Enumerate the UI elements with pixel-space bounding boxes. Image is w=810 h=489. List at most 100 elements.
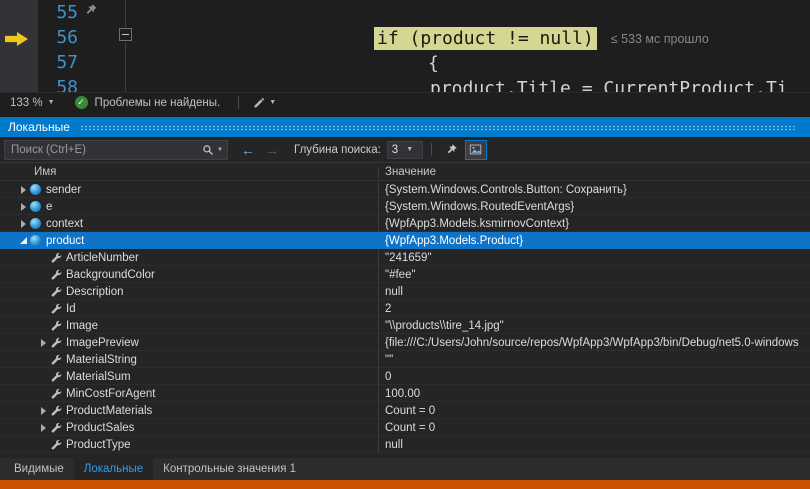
line-number: 58 xyxy=(36,76,78,92)
divider xyxy=(238,96,239,109)
depth-select[interactable]: 3 ▼ xyxy=(387,141,423,159)
search-input[interactable] xyxy=(11,144,198,156)
variable-value: {WpfApp3.Models.Product} xyxy=(385,235,523,247)
zoom-control[interactable]: 133 % ▼ xyxy=(0,97,65,109)
code-editor[interactable]: 55 56 57 58 if (product != null) ≤ 533 м… xyxy=(0,0,810,92)
perf-tip[interactable]: ≤ 533 мс прошло xyxy=(611,32,709,46)
table-row[interactable]: Description null xyxy=(0,283,810,300)
line-number: 56 xyxy=(36,26,78,50)
pushpin-icon xyxy=(445,143,458,156)
image-preview-button[interactable] xyxy=(465,140,487,160)
expander-collapsed-icon[interactable] xyxy=(18,215,30,232)
chevron-down-icon[interactable]: ▼ xyxy=(217,147,223,153)
wrench-property-icon xyxy=(50,283,66,300)
table-header: Имя Значение xyxy=(0,163,810,181)
table-row[interactable]: ProductType null xyxy=(0,436,810,453)
chevron-down-icon: ▼ xyxy=(406,146,413,153)
variable-value: null xyxy=(385,286,403,298)
table-row[interactable]: ProductSales Count = 0 xyxy=(0,419,810,436)
tab-locals[interactable]: Локальные xyxy=(74,458,153,480)
code-health-indicator[interactable]: ✓ Проблемы не найдены. xyxy=(65,96,231,109)
column-header-value: Значение xyxy=(379,166,810,178)
table-row[interactable]: MinCostForAgent 100.00 xyxy=(0,385,810,402)
tool-window-tabbar: Видимые Локальные Контрольные значения 1 xyxy=(0,458,810,480)
search-box[interactable]: ▼ xyxy=(4,140,228,160)
indent-guide xyxy=(125,42,126,92)
expander-collapsed-icon[interactable] xyxy=(38,419,50,436)
variable-value: "" xyxy=(385,354,393,366)
chevron-down-icon: ▼ xyxy=(48,99,55,106)
variable-name: sender xyxy=(46,184,81,196)
object-icon xyxy=(30,232,46,249)
table-row[interactable]: ProductMaterials Count = 0 xyxy=(0,402,810,419)
depth-label: Глубина поиска: xyxy=(294,144,381,156)
variable-name: ImagePreview xyxy=(66,337,139,349)
pin-icon[interactable] xyxy=(84,3,98,17)
variable-value: 0 xyxy=(385,371,391,383)
table-row[interactable]: sender {System.Windows.Controls.Button: … xyxy=(0,181,810,198)
variable-value: Count = 0 xyxy=(385,405,435,417)
expander-collapsed-icon[interactable] xyxy=(38,334,50,351)
wrench-property-icon xyxy=(50,368,66,385)
table-row[interactable]: product {WpfApp3.Models.Product} xyxy=(0,232,810,249)
zoom-level: 133 % xyxy=(10,97,43,109)
locals-table-body: sender {System.Windows.Controls.Button: … xyxy=(0,181,810,453)
variable-value: 100.00 xyxy=(385,388,420,400)
variable-name: product xyxy=(46,235,84,247)
line-number: 55 xyxy=(36,1,78,25)
object-icon xyxy=(30,181,46,198)
object-icon xyxy=(30,198,46,215)
pin-column-button[interactable] xyxy=(441,140,463,160)
health-text: Проблемы не найдены. xyxy=(95,97,221,109)
table-row[interactable]: ArticleNumber "241659" xyxy=(0,249,810,266)
variable-name: ArticleNumber xyxy=(66,252,139,264)
expander-collapsed-icon[interactable] xyxy=(18,181,30,198)
variable-name: BackgroundColor xyxy=(66,269,155,281)
variable-name: ProductMaterials xyxy=(66,405,152,417)
wrench-property-icon xyxy=(50,385,66,402)
picture-icon xyxy=(469,143,482,156)
wrench-property-icon xyxy=(50,351,66,368)
wrench-property-icon xyxy=(50,317,66,334)
divider xyxy=(431,143,432,156)
variable-name: Image xyxy=(66,320,98,332)
debugger-window: 55 56 57 58 if (product != null) ≤ 533 м… xyxy=(0,0,810,489)
table-row[interactable]: Image "\\products\\tire_14.jpg" xyxy=(0,317,810,334)
wrench-property-icon xyxy=(50,266,66,283)
breakpoint-margin[interactable] xyxy=(0,0,38,92)
locals-toolbar: ▼ ← → Глубина поиска: 3 ▼ xyxy=(0,137,810,163)
expander-collapsed-icon[interactable] xyxy=(38,402,50,419)
chevron-down-icon: ▼ xyxy=(269,99,276,106)
table-row[interactable]: MaterialSum 0 xyxy=(0,368,810,385)
variable-value: {System.Windows.Controls.Button: Сохрани… xyxy=(385,184,627,196)
table-row[interactable]: MaterialString "" xyxy=(0,351,810,368)
table-row[interactable]: BackgroundColor "#fee" xyxy=(0,266,810,283)
expander-expanded-icon[interactable] xyxy=(18,232,30,249)
code-text: product.Title = CurrentProduct.Ti xyxy=(430,76,788,92)
table-row[interactable]: ImagePreview {file:///C:/Users/John/sour… xyxy=(0,334,810,351)
edit-actions-button[interactable]: ▼ xyxy=(247,97,282,109)
indent-guide xyxy=(125,0,126,27)
variable-name: Description xyxy=(66,286,124,298)
code-fold-toggle[interactable] xyxy=(119,28,132,41)
depth-value: 3 xyxy=(392,144,398,156)
table-row[interactable]: context {WpfApp3.Models.ksmirnovContext} xyxy=(0,215,810,232)
line-number: 57 xyxy=(36,51,78,75)
variable-value: {file:///C:/Users/John/source/repos/WpfA… xyxy=(385,337,799,349)
variable-name: MinCostForAgent xyxy=(66,388,155,400)
expander-collapsed-icon[interactable] xyxy=(18,198,30,215)
search-icon[interactable] xyxy=(202,144,214,156)
tab-autos[interactable]: Видимые xyxy=(4,458,74,480)
tab-watch1[interactable]: Контрольные значения 1 xyxy=(153,458,306,480)
column-header-name: Имя xyxy=(0,166,379,178)
table-row[interactable]: e {System.Windows.RoutedEventArgs} xyxy=(0,198,810,215)
table-row[interactable]: Id 2 xyxy=(0,300,810,317)
current-statement: if (product != null) xyxy=(374,27,597,50)
variable-name: Id xyxy=(66,303,76,315)
search-forward-button[interactable]: → xyxy=(260,140,284,160)
locals-panel-header[interactable]: Локальные xyxy=(0,117,810,137)
variable-name: e xyxy=(46,201,52,213)
drag-grip xyxy=(80,125,796,131)
variable-name: ProductSales xyxy=(66,422,134,434)
search-back-button[interactable]: ← xyxy=(236,140,260,160)
